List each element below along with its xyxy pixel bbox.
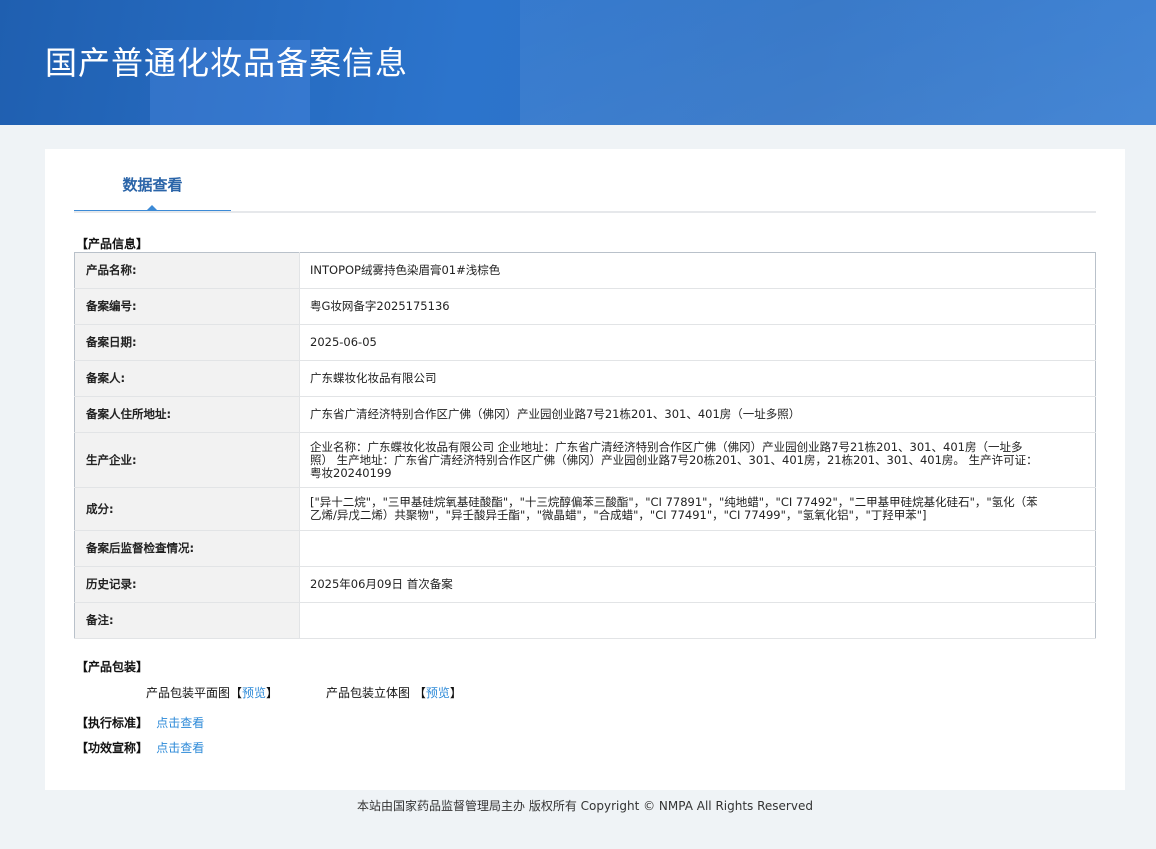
page-title: 国产普通化妆品备案信息 bbox=[45, 44, 409, 82]
table-row: 备案日期: 2025-06-05 bbox=[74, 324, 1096, 361]
row-label: 备案后监督检查情况: bbox=[74, 530, 300, 567]
row-label: 备案人: bbox=[74, 360, 300, 397]
preview-solid-link[interactable]: 预览 bbox=[426, 686, 450, 700]
row-value: INTOPOP绒雾持色染眉膏01#浅棕色 bbox=[299, 252, 1096, 289]
row-label: 备注: bbox=[74, 602, 300, 639]
packaging-solid-label: 产品包装立体图 bbox=[326, 686, 411, 700]
row-label: 产品名称: bbox=[74, 252, 300, 289]
efficacy-view-link[interactable]: 点击查看 bbox=[156, 741, 204, 755]
section-title-product-info: 【产品信息】 bbox=[76, 237, 149, 251]
table-row: 备案编号: 粤G妆网备字2025175136 bbox=[74, 288, 1096, 325]
section-title-standard: 【执行标准】 bbox=[76, 716, 149, 730]
row-label: 历史记录: bbox=[74, 566, 300, 603]
packaging-flat-label: 产品包装平面图 bbox=[146, 686, 231, 700]
row-label: 备案编号: bbox=[74, 288, 300, 325]
header-decoration bbox=[520, 0, 1156, 125]
bracket: 】 bbox=[266, 686, 279, 700]
row-value: ["异十二烷"，"三甲基硅烷氧基硅酸酯"，"十三烷醇偏苯三酸酯"，"CI 778… bbox=[299, 487, 1096, 531]
row-label: 备案日期: bbox=[74, 324, 300, 361]
bracket: 【 bbox=[413, 686, 426, 700]
tab-data-view[interactable]: 数据查看 bbox=[74, 173, 231, 212]
row-value: 2025-06-05 bbox=[299, 324, 1096, 361]
table-row: 产品名称: INTOPOP绒雾持色染眉膏01#浅棕色 bbox=[74, 252, 1096, 289]
table-row: 备案人: 广东蝶妆化妆品有限公司 bbox=[74, 360, 1096, 397]
row-value: 2025年06月09日 首次备案 bbox=[299, 566, 1096, 603]
row-value: 企业名称：广东蝶妆化妆品有限公司 企业地址：广东省广清经济特别合作区广佛（佛冈）… bbox=[299, 432, 1096, 488]
table-row: 生产企业: 企业名称：广东蝶妆化妆品有限公司 企业地址：广东省广清经济特别合作区广… bbox=[74, 432, 1096, 488]
row-label: 成分: bbox=[74, 487, 300, 531]
table-row: 历史记录: 2025年06月09日 首次备案 bbox=[74, 566, 1096, 603]
page-header: 国产普通化妆品备案信息 bbox=[0, 0, 1156, 125]
content-card: 数据查看 【产品信息】 产品名称: INTOPOP绒雾持色染眉膏01#浅棕色 备案… bbox=[45, 149, 1125, 790]
product-info-table: 产品名称: INTOPOP绒雾持色染眉膏01#浅棕色 备案编号: 粤G妆网备字202… bbox=[74, 252, 1096, 639]
row-label: 生产企业: bbox=[74, 432, 300, 488]
section-title-efficacy: 【功效宣称】 bbox=[76, 741, 149, 755]
standard-row: 【执行标准】 点击查看 bbox=[76, 714, 204, 731]
table-row: 备注: bbox=[74, 602, 1096, 639]
bracket: 】 bbox=[449, 686, 462, 700]
row-value bbox=[299, 602, 1096, 639]
standard-view-link[interactable]: 点击查看 bbox=[156, 716, 204, 730]
tab-divider bbox=[74, 211, 1096, 213]
table-row: 备案人住所地址: 广东省广清经济特别合作区广佛（佛冈）产业园创业路7号21栋201… bbox=[74, 396, 1096, 433]
row-value: 广东蝶妆化妆品有限公司 bbox=[299, 360, 1096, 397]
table-row: 成分: ["异十二烷"，"三甲基硅烷氧基硅酸酯"，"十三烷醇偏苯三酸酯"，"CI … bbox=[74, 487, 1096, 531]
footer-copyright: 本站由国家药品监督管理局主办 版权所有 Copyright © NMPA All… bbox=[357, 799, 813, 813]
preview-flat-link[interactable]: 预览 bbox=[242, 686, 266, 700]
packaging-solid-item: 产品包装立体图 【预览】 bbox=[326, 684, 462, 701]
efficacy-row: 【功效宣称】 点击查看 bbox=[76, 739, 204, 756]
bracket: 【 bbox=[230, 686, 243, 700]
row-value bbox=[299, 530, 1096, 567]
row-label: 备案人住所地址: bbox=[74, 396, 300, 433]
packaging-flat-item: 产品包装平面图【预览】 bbox=[146, 684, 278, 701]
section-title-packaging: 【产品包装】 bbox=[76, 660, 149, 674]
row-value: 广东省广清经济特别合作区广佛（佛冈）产业园创业路7号21栋201、301、401… bbox=[299, 396, 1096, 433]
table-row: 备案后监督检查情况: bbox=[74, 530, 1096, 567]
row-value: 粤G妆网备字2025175136 bbox=[299, 288, 1096, 325]
